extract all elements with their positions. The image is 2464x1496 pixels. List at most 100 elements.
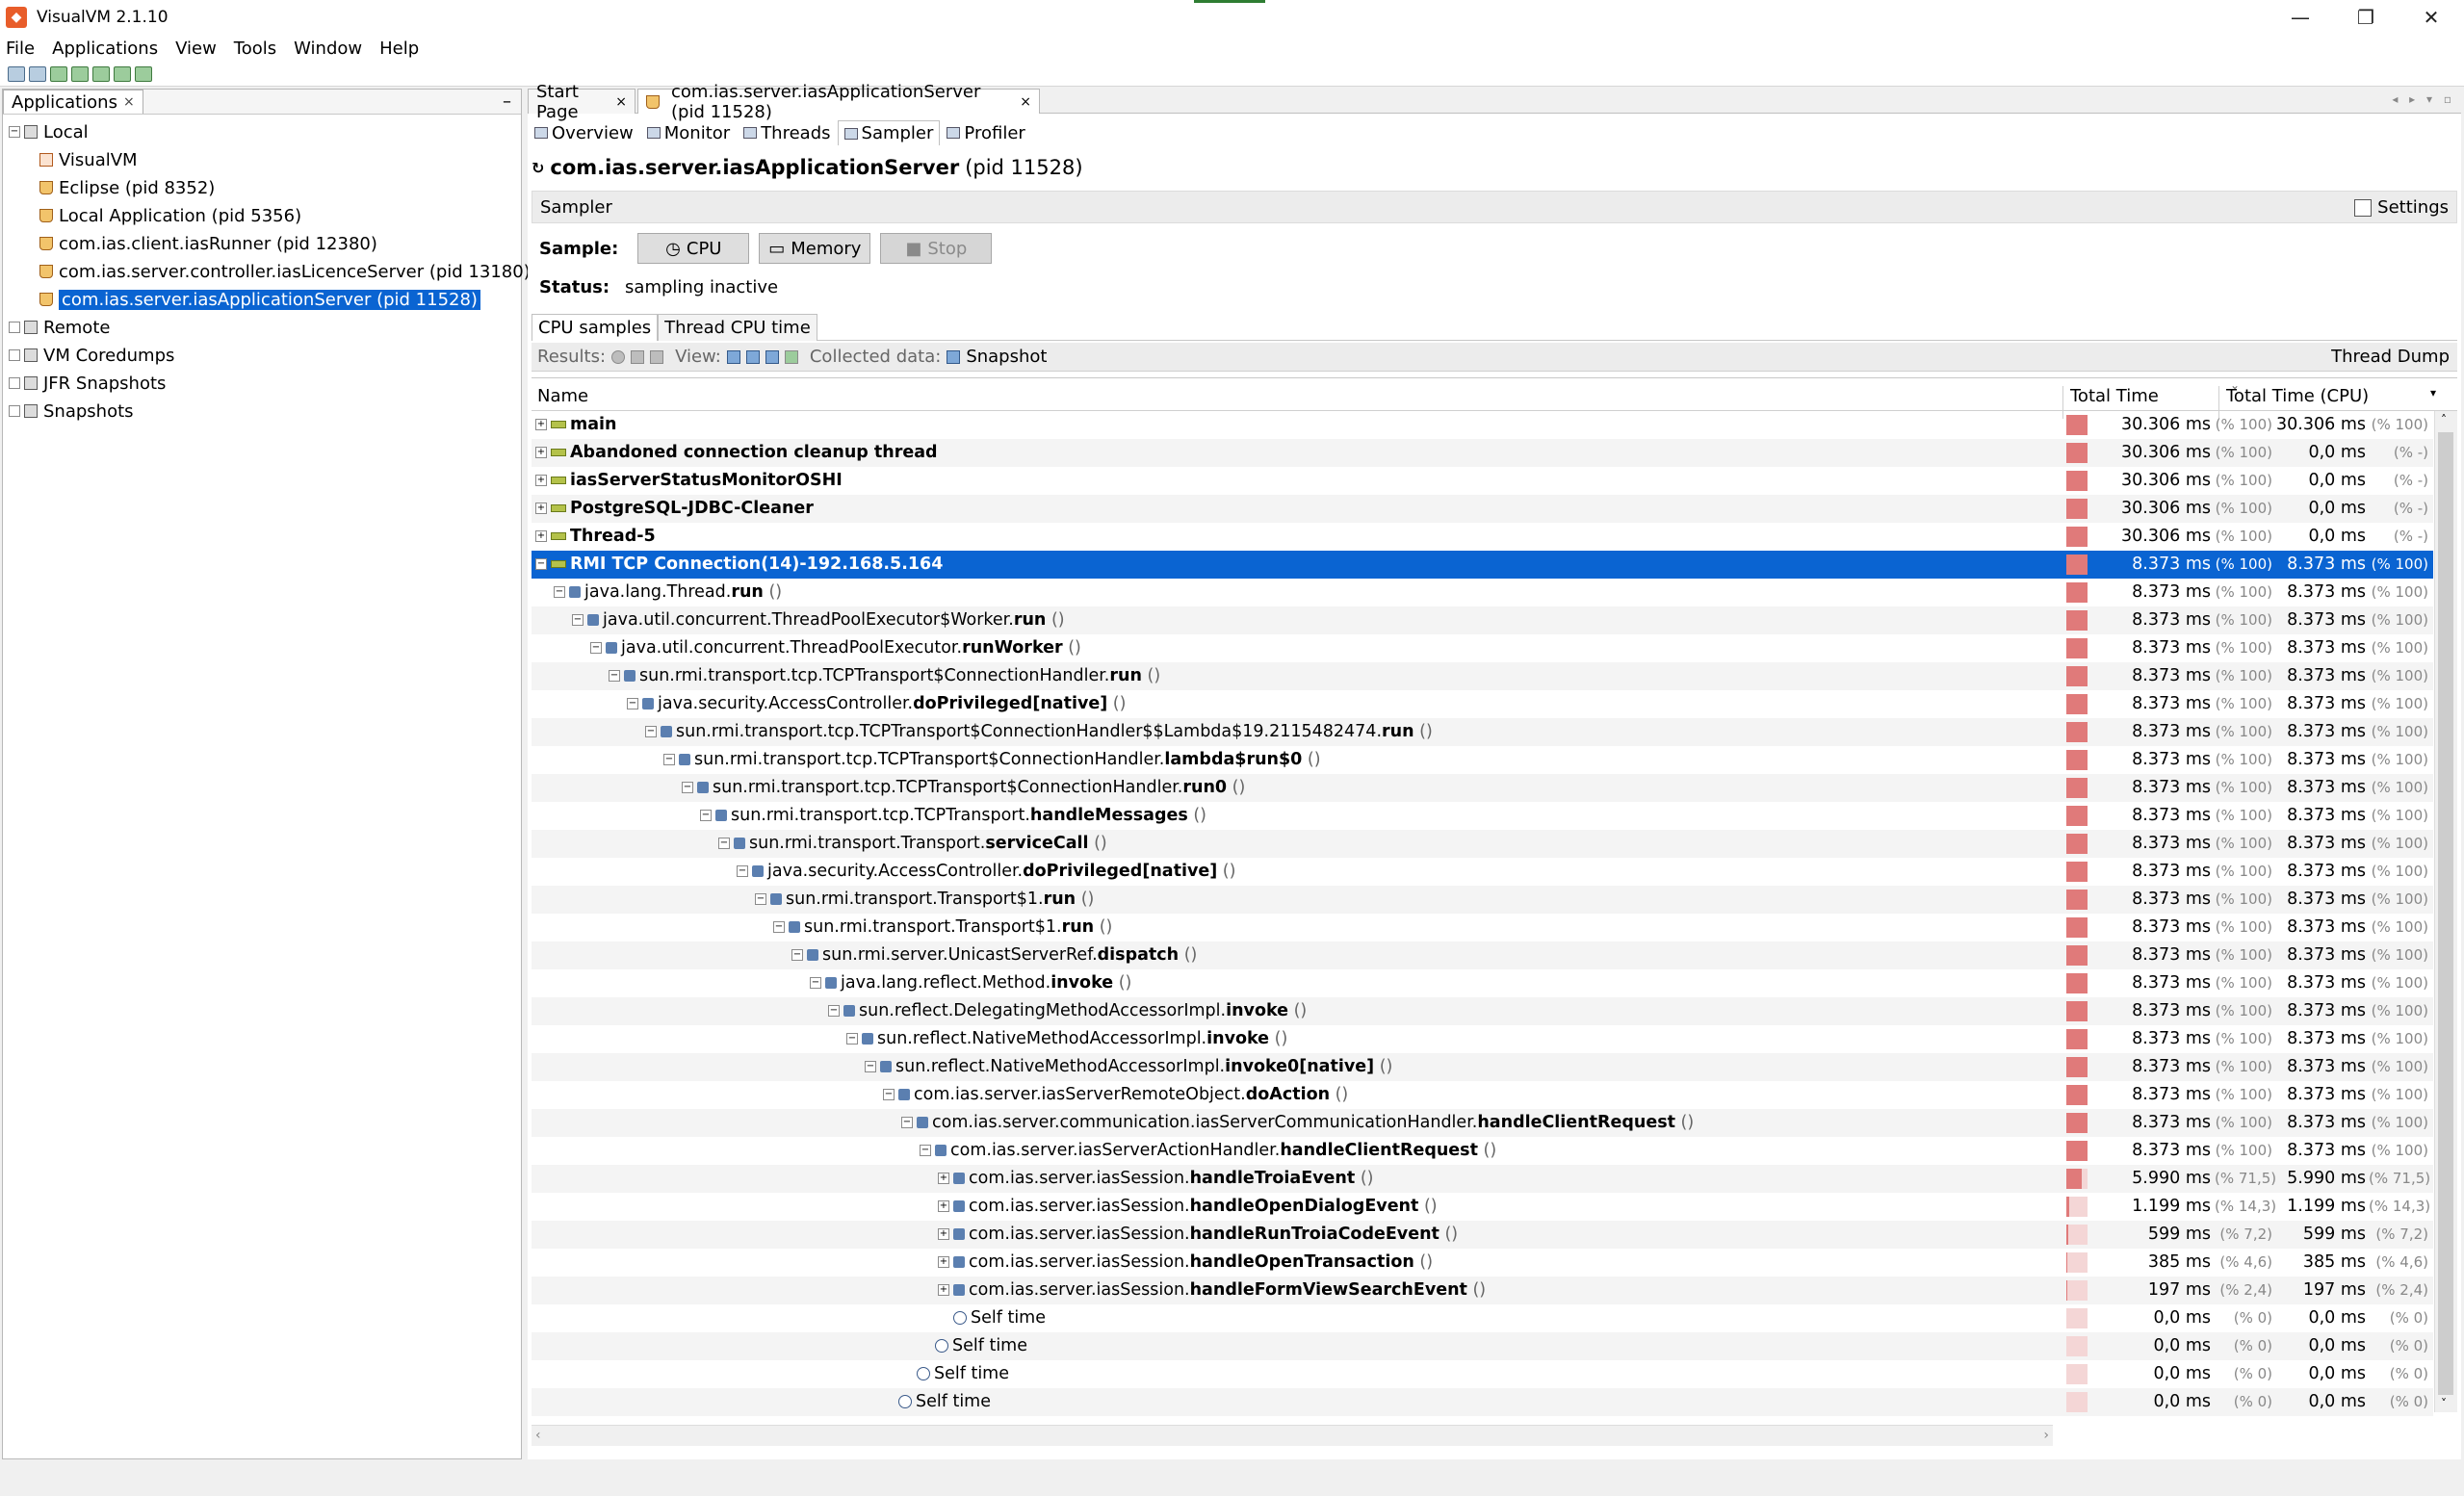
collapse-icon[interactable]: − bbox=[554, 586, 565, 598]
minimize-panel-icon[interactable]: – bbox=[503, 91, 511, 112]
minimize-button[interactable]: — bbox=[2268, 0, 2333, 35]
table-row[interactable]: Self time 0,0 ms (% 0) 0,0 ms (% 0) bbox=[532, 1332, 2433, 1360]
column-total-time-cpu[interactable]: Total Time (CPU) bbox=[2226, 386, 2369, 406]
table-row[interactable]: − sun.reflect.DelegatingMethodAccessorImp… bbox=[532, 997, 2433, 1025]
table-row[interactable]: − sun.rmi.transport.tcp.TCPTransport$Conn… bbox=[532, 774, 2433, 802]
combined-view-icon[interactable] bbox=[765, 349, 779, 364]
expand-icon[interactable]: + bbox=[535, 503, 547, 514]
collapse-icon[interactable]: − bbox=[590, 642, 602, 654]
expander-icon[interactable]: − bbox=[9, 126, 20, 138]
table-row[interactable]: + com.ias.server.iasSession.handleRunTroi… bbox=[532, 1221, 2433, 1249]
tree-item[interactable]: com.ias.server.controller.iasLicenceServ… bbox=[39, 258, 531, 285]
expander-icon[interactable] bbox=[9, 349, 20, 361]
cpu-button[interactable]: ◷ CPU bbox=[637, 233, 750, 264]
tree-item[interactable]: Eclipse (pid 8352) bbox=[39, 174, 215, 201]
expander-icon[interactable] bbox=[9, 322, 20, 333]
table-row[interactable]: − sun.rmi.transport.tcp.TCPTransport$Conn… bbox=[532, 718, 2433, 746]
close-button[interactable]: ✕ bbox=[2399, 0, 2464, 35]
table-row[interactable]: Self time 0,0 ms (% 0) 0,0 ms (% 0) bbox=[532, 1360, 2433, 1388]
collapse-icon[interactable]: − bbox=[682, 782, 693, 793]
table-row[interactable]: − sun.reflect.NativeMethodAccessorImpl.in… bbox=[532, 1025, 2433, 1053]
table-row[interactable]: Self time 0,0 ms (% 0) 0,0 ms (% 0) bbox=[532, 1388, 2433, 1416]
table-row[interactable]: + com.ias.server.iasSession.handleFormVie… bbox=[532, 1277, 2433, 1304]
thread-dump-button[interactable]: Thread Dump bbox=[2331, 347, 2450, 367]
expand-icon[interactable]: + bbox=[938, 1284, 949, 1296]
menu-window[interactable]: Window bbox=[294, 39, 362, 59]
tab-navigation-icons[interactable]: ◂ ▸ ▾ ▫ bbox=[2392, 92, 2455, 106]
collapse-icon[interactable]: − bbox=[846, 1033, 858, 1045]
tree-item[interactable]: VisualVM bbox=[39, 146, 138, 173]
column-name[interactable]: Name bbox=[537, 386, 588, 406]
table-row[interactable]: − java.security.AccessController.doPrivil… bbox=[532, 858, 2433, 886]
scroll-left-icon[interactable]: ‹ bbox=[535, 1428, 541, 1443]
tree-item[interactable]: Snapshots bbox=[9, 398, 134, 425]
collapse-icon[interactable]: − bbox=[737, 865, 748, 877]
collapse-icon[interactable]: − bbox=[535, 558, 547, 570]
table-row[interactable]: − java.util.concurrent.ThreadPoolExecutor… bbox=[532, 634, 2433, 662]
snapshot-button[interactable]: Snapshot bbox=[966, 347, 1047, 367]
table-row[interactable]: − com.ias.server.communication.iasServerC… bbox=[532, 1109, 2433, 1137]
table-row[interactable]: + PostgreSQL-JDBC-Cleaner 30.306 ms (% 100)… bbox=[532, 495, 2433, 523]
collapse-icon[interactable]: − bbox=[791, 949, 803, 961]
collapse-icon[interactable]: − bbox=[645, 726, 657, 737]
table-row[interactable]: − com.ias.server.iasServerRemoteObject.do… bbox=[532, 1081, 2433, 1109]
expander-icon[interactable] bbox=[9, 405, 20, 417]
collapse-icon[interactable]: − bbox=[572, 614, 584, 626]
table-row[interactable]: + com.ias.server.iasSession.handleOpenTra… bbox=[532, 1249, 2433, 1277]
tree-item[interactable]: VM Coredumps bbox=[9, 342, 174, 369]
tab-sampler[interactable]: Sampler bbox=[837, 120, 941, 145]
collapse-icon[interactable]: − bbox=[663, 754, 675, 765]
tab-overview[interactable]: Overview bbox=[528, 120, 640, 145]
menu-tools[interactable]: Tools bbox=[234, 39, 276, 59]
collapse-icon[interactable]: − bbox=[883, 1089, 895, 1100]
close-icon[interactable]: × bbox=[615, 94, 627, 110]
horizontal-scrollbar[interactable]: ‹ › bbox=[532, 1425, 2053, 1446]
export-icon[interactable] bbox=[784, 349, 798, 364]
scroll-down-icon[interactable]: ˅ bbox=[2441, 1397, 2447, 1410]
collapse-icon[interactable]: − bbox=[828, 1005, 840, 1017]
table-row[interactable]: − java.security.AccessController.doPrivil… bbox=[532, 690, 2433, 718]
collapse-icon[interactable]: − bbox=[901, 1117, 913, 1128]
snapshot-icon[interactable] bbox=[135, 65, 152, 82]
table-row[interactable]: − sun.rmi.transport.tcp.TCPTransport.hand… bbox=[532, 802, 2433, 830]
tab-thread-cpu-time[interactable]: Thread CPU time bbox=[658, 314, 817, 341]
expand-icon[interactable]: + bbox=[535, 530, 547, 542]
stop-results-icon[interactable] bbox=[650, 349, 664, 364]
collapse-icon[interactable]: − bbox=[627, 698, 638, 709]
collapse-icon[interactable]: − bbox=[700, 810, 712, 821]
table-row[interactable]: − java.util.concurrent.ThreadPoolExecutor… bbox=[532, 606, 2433, 634]
settings-checkbox[interactable] bbox=[2354, 198, 2373, 217]
hot-spots-view-icon[interactable] bbox=[745, 349, 760, 364]
tab-monitor[interactable]: Monitor bbox=[640, 120, 737, 145]
table-row[interactable]: − java.lang.Thread.run () 8.373 ms (% 100) 8… bbox=[532, 579, 2433, 606]
tree-item[interactable]: com.ias.client.iasRunner (pid 12380) bbox=[39, 230, 377, 257]
collapse-icon[interactable]: − bbox=[920, 1145, 931, 1156]
expand-icon[interactable]: + bbox=[535, 447, 547, 458]
table-row[interactable]: + Abandoned connection cleanup thread 30.3… bbox=[532, 439, 2433, 467]
collapse-icon[interactable]: − bbox=[773, 921, 785, 933]
collapse-icon[interactable]: − bbox=[609, 670, 620, 682]
table-row[interactable]: − sun.reflect.NativeMethodAccessorImpl.in… bbox=[532, 1053, 2433, 1081]
expand-icon[interactable]: + bbox=[938, 1228, 949, 1240]
load-snapshot-icon[interactable] bbox=[8, 65, 25, 82]
expander-icon[interactable] bbox=[9, 377, 20, 389]
close-icon[interactable]: × bbox=[1020, 94, 1031, 110]
save-icon[interactable] bbox=[29, 65, 46, 82]
scrollbar-thumb[interactable] bbox=[2438, 432, 2453, 1395]
table-row[interactable]: − sun.rmi.transport.tcp.TCPTransport$Conn… bbox=[532, 662, 2433, 690]
collapse-icon[interactable]: − bbox=[865, 1061, 876, 1072]
tab-threads[interactable]: Threads bbox=[737, 120, 837, 145]
table-row[interactable]: Self time 0,0 ms (% 0) 0,0 ms (% 0) bbox=[532, 1304, 2433, 1332]
table-row[interactable]: − java.lang.reflect.Method.invoke () 8.373… bbox=[532, 969, 2433, 997]
table-row[interactable]: − RMI TCP Connection(14)-192.168.5.164 8.3… bbox=[532, 551, 2433, 579]
scroll-up-icon[interactable]: ˄ bbox=[2441, 413, 2447, 426]
tree-item[interactable]: Remote bbox=[9, 314, 110, 341]
tab-application-server[interactable]: com.ias.server.iasApplicationServer (pid… bbox=[637, 82, 1040, 122]
collapse-icon[interactable]: − bbox=[810, 977, 821, 989]
menu-help[interactable]: Help bbox=[379, 39, 419, 59]
expand-icon[interactable]: + bbox=[938, 1200, 949, 1212]
table-row[interactable]: − sun.rmi.transport.Transport.serviceCall… bbox=[532, 830, 2433, 858]
add-remote-host-icon[interactable] bbox=[71, 65, 89, 82]
table-row[interactable]: + main 30.306 ms (% 100) 30.306 ms (% 100) bbox=[532, 411, 2433, 439]
column-menu-icon[interactable]: ▾ bbox=[2430, 386, 2436, 400]
